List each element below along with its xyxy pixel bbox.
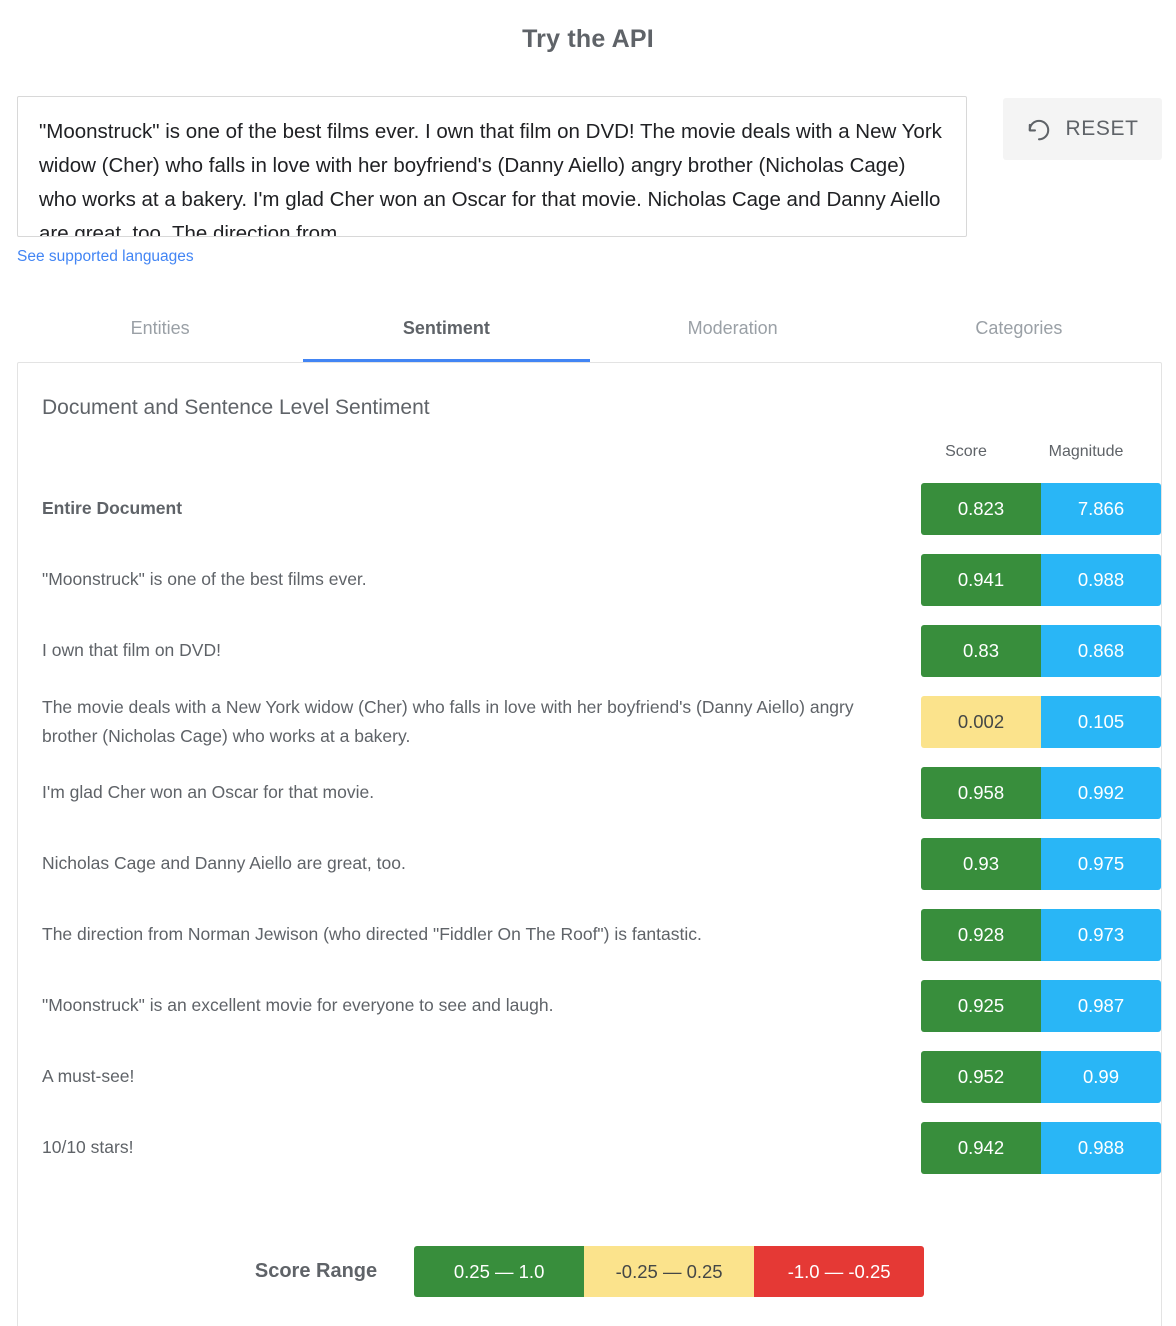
supported-languages-link[interactable]: See supported languages	[17, 248, 194, 266]
tab-bar: Entities Sentiment Moderation Categories	[17, 300, 1162, 362]
tab-categories[interactable]: Categories	[876, 300, 1162, 362]
sentence-label: I'm glad Cher won an Oscar for that movi…	[42, 782, 375, 802]
magnitude-badge: 0.992	[1041, 766, 1161, 819]
sentence-label: Nicholas Cage and Danny Aiello are great…	[42, 853, 406, 873]
sentence-label: The movie deals with a New York widow (C…	[42, 696, 854, 746]
input-row: "Moonstruck" is one of the best films ev…	[17, 96, 1162, 237]
score-badges: 0.823 7.866	[921, 482, 1161, 535]
score-badges: 0.928 0.973	[921, 908, 1161, 961]
sentence-label: "Moonstruck" is an excellent movie for e…	[42, 995, 554, 1015]
magnitude-badge: 0.99	[1041, 1050, 1161, 1103]
magnitude-badge: 0.973	[1041, 908, 1161, 961]
magnitude-badge: 0.105	[1041, 695, 1161, 748]
text-input[interactable]: "Moonstruck" is one of the best films ev…	[17, 96, 967, 237]
try-the-api-page: Try the API "Moonstruck" is one of the b…	[0, 0, 1176, 1326]
table-row: "Moonstruck" is an excellent movie for e…	[18, 970, 1161, 1041]
legend-bars: 0.25 — 1.0 -0.25 — 0.25 -1.0 — -0.25	[414, 1246, 925, 1297]
tab-sentiment[interactable]: Sentiment	[303, 300, 590, 362]
score-badges: 0.93 0.975	[921, 837, 1161, 890]
table-row: A must-see! 0.952 0.99	[18, 1041, 1161, 1112]
sentiment-rows: Entire Document 0.823 7.866 "Moonstruck" is…	[18, 473, 1161, 1183]
magnitude-badge: 0.988	[1041, 553, 1161, 606]
magnitude-badge: 0.868	[1041, 624, 1161, 677]
score-badges: 0.958 0.992	[921, 766, 1161, 819]
sentence-label: A must-see!	[42, 1066, 135, 1086]
score-badges: 0.83 0.868	[921, 624, 1161, 677]
score-badge: 0.002	[921, 695, 1041, 748]
score-range-legend: Score Range 0.25 — 1.0 -0.25 — 0.25 -1.0…	[18, 1246, 1161, 1297]
sentence-label: 10/10 stars!	[42, 1137, 134, 1157]
score-badge: 0.958	[921, 766, 1041, 819]
sentence-label: The direction from Norman Jewison (who d…	[42, 924, 702, 944]
magnitude-badge: 7.866	[1041, 482, 1161, 535]
score-badges: 0.942 0.988	[921, 1121, 1161, 1174]
score-range-label: Score Range	[254, 1260, 378, 1282]
score-badge: 0.823	[921, 482, 1041, 535]
reset-button[interactable]: RESET	[1003, 98, 1162, 160]
table-row: The direction from Norman Jewison (who d…	[18, 899, 1161, 970]
table-row: I own that film on DVD! 0.83 0.868	[18, 615, 1161, 686]
sentence-label: I own that film on DVD!	[42, 640, 221, 660]
legend-bar-positive: 0.25 — 1.0	[414, 1246, 585, 1297]
score-badge: 0.925	[921, 979, 1041, 1032]
reset-button-label: RESET	[1065, 117, 1139, 140]
sentence-label: "Moonstruck" is one of the best films ev…	[42, 569, 367, 589]
results-heading: Document and Sentence Level Sentiment	[42, 396, 430, 419]
table-row: The movie deals with a New York widow (C…	[18, 686, 1161, 757]
table-row: Entire Document 0.823 7.866	[18, 473, 1161, 544]
score-badges: 0.952 0.99	[921, 1050, 1161, 1103]
table-row: Nicholas Cage and Danny Aiello are great…	[18, 828, 1161, 899]
magnitude-badge: 0.988	[1041, 1121, 1161, 1174]
score-badges: 0.925 0.987	[921, 979, 1161, 1032]
magnitude-badge: 0.975	[1041, 837, 1161, 890]
tab-moderation[interactable]: Moderation	[590, 300, 876, 362]
score-badge: 0.942	[921, 1121, 1041, 1174]
column-headers: Score Magnitude	[906, 443, 1146, 461]
page-title: Try the API	[522, 25, 654, 53]
score-badges: 0.941 0.988	[921, 553, 1161, 606]
rotate-counterclockwise-icon	[1026, 116, 1052, 142]
legend-bar-negative: -1.0 — -0.25	[754, 1246, 925, 1297]
table-row: "Moonstruck" is one of the best films ev…	[18, 544, 1161, 615]
score-badge: 0.93	[921, 837, 1041, 890]
legend-bar-neutral: -0.25 — 0.25	[584, 1246, 755, 1297]
tab-entities[interactable]: Entities	[17, 300, 303, 362]
score-badge: 0.941	[921, 553, 1041, 606]
score-badge: 0.952	[921, 1050, 1041, 1103]
score-badges: 0.002 0.105	[921, 695, 1161, 748]
sentiment-results-card: Document and Sentence Level Sentiment Sc…	[17, 362, 1162, 1326]
column-header-magnitude: Magnitude	[1048, 443, 1124, 460]
column-header-score: Score	[945, 443, 987, 460]
score-badge: 0.928	[921, 908, 1041, 961]
table-row: I'm glad Cher won an Oscar for that movi…	[18, 757, 1161, 828]
table-row: 10/10 stars! 0.942 0.988	[18, 1112, 1161, 1183]
entire-document-label: Entire Document	[42, 498, 183, 518]
text-input-value: "Moonstruck" is one of the best films ev…	[39, 120, 948, 237]
magnitude-badge: 0.987	[1041, 979, 1161, 1032]
score-badge: 0.83	[921, 624, 1041, 677]
